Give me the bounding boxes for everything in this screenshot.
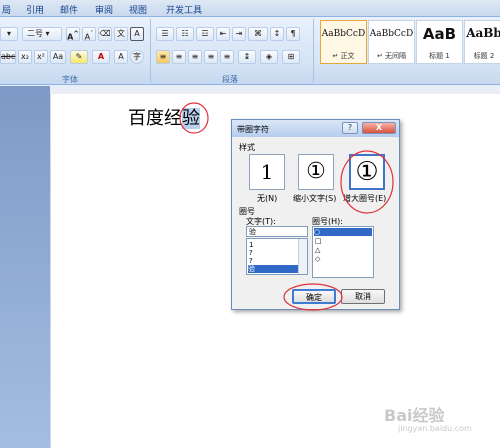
numbering-icon[interactable]: ☷	[176, 27, 194, 41]
shrink-font-icon[interactable]: Aˇ	[82, 27, 96, 42]
cancel-button[interactable]: 取消	[341, 289, 385, 304]
enclose-characters-dialog: 带圈字符 ? X 样式 1 ① ① 无(N) 缩小文字(S) 增大圈号(E) 圈…	[231, 119, 400, 311]
shading-icon[interactable]: ◈	[260, 50, 278, 64]
paragraph-group-label: 段落	[222, 75, 238, 84]
strikethrough-icon[interactable]: abc	[0, 50, 16, 64]
char-shading-icon[interactable]: A	[114, 50, 128, 64]
text-input-value: 验	[249, 228, 256, 236]
text-list[interactable]: 1 ? ? 验	[246, 238, 308, 275]
enclose-char-icon[interactable]: 字	[130, 50, 144, 64]
style-preview: AaBbCcD	[369, 29, 414, 39]
bullets-icon[interactable]: ☰	[156, 27, 174, 41]
page-top-edge	[50, 86, 500, 94]
style-no-spacing[interactable]: AaBbCcD ↵ 无间隔	[368, 20, 415, 64]
superscript-icon[interactable]: x²	[34, 50, 48, 64]
font-size-dropdown[interactable]: 二号 ▾	[22, 27, 62, 41]
tab-view[interactable]: 视图	[129, 3, 147, 16]
style-preview: AaBbCcD	[321, 29, 366, 39]
align-right-icon[interactable]: ≡	[188, 50, 202, 64]
list-item[interactable]: ?	[249, 249, 253, 257]
style-name: ↵ 正文	[332, 52, 355, 60]
align-left-icon[interactable]: ≡	[156, 50, 170, 64]
subscript-icon[interactable]: x₂	[18, 50, 32, 64]
annotation-circle	[340, 150, 394, 214]
dialog-title: 带圈字符	[237, 125, 269, 134]
show-marks-icon[interactable]: ¶	[286, 27, 300, 41]
change-case-icon[interactable]: Aa	[50, 50, 66, 64]
list-item[interactable]: ◇	[315, 255, 320, 263]
grow-font-icon[interactable]: A^	[66, 27, 80, 42]
style-heading-2[interactable]: AaBb 标题 2	[464, 20, 500, 64]
style-option-label: 缩小文字(S)	[293, 194, 337, 203]
tab-review[interactable]: 审阅	[95, 3, 113, 16]
annotation-circle	[179, 102, 209, 134]
watermark-logo: Bai经验	[384, 406, 445, 425]
style-normal[interactable]: AaBbCcD ↵ 正文	[320, 20, 367, 64]
style-name: 标题 1	[429, 52, 450, 60]
ring-list[interactable]: ○ □ △ ◇	[312, 226, 374, 278]
style-option-label: 无(N)	[257, 194, 278, 203]
highlight-icon[interactable]: ✎	[70, 50, 88, 64]
decrease-indent-icon[interactable]: ⇤	[216, 27, 230, 41]
style-section-label: 样式	[239, 143, 255, 152]
scrollbar[interactable]	[298, 239, 307, 274]
borders-icon[interactable]: ⊞	[282, 50, 300, 64]
char-border-icon[interactable]: A	[130, 27, 144, 41]
left-margin-panel	[0, 86, 50, 448]
clear-format-icon[interactable]: ⌫	[98, 27, 112, 41]
style-option-none[interactable]: 1	[249, 154, 285, 190]
font-group-label: 字体	[62, 75, 78, 84]
sort-icon[interactable]: ↕	[270, 27, 284, 41]
style-name: 标题 2	[473, 52, 495, 60]
style-option-glyph: 1	[260, 160, 274, 184]
tab-references[interactable]: 引用	[26, 3, 44, 16]
line-spacing-icon[interactable]: ↨	[238, 50, 256, 64]
group-divider	[150, 19, 151, 83]
align-center-icon[interactable]: ≡	[172, 50, 186, 64]
list-item-selected[interactable]: 验	[248, 265, 298, 273]
vertical-ruler	[50, 94, 51, 448]
tab-developer[interactable]: 开发工具	[166, 3, 202, 16]
help-button[interactable]: ?	[342, 122, 358, 134]
text-input[interactable]: 验	[246, 226, 308, 237]
multilevel-list-icon[interactable]: ☲	[196, 27, 214, 41]
distributed-icon[interactable]: ≡	[220, 50, 234, 64]
list-item[interactable]: 1	[249, 241, 253, 249]
list-item[interactable]: □	[315, 237, 322, 245]
style-preview: AaBb	[466, 26, 500, 40]
document-text-plain: 百度经	[128, 108, 182, 129]
watermark-url: jingyan.baidu.com	[398, 424, 472, 433]
tab-mailings[interactable]: 邮件	[60, 3, 78, 16]
style-preview: AaB	[422, 25, 457, 43]
list-item[interactable]: △	[315, 246, 320, 254]
font-color-icon[interactable]: A	[92, 50, 110, 64]
ribbon-tab-bar: 局 引用 邮件 审阅 视图 开发工具	[0, 0, 500, 17]
style-option-glyph: ①	[306, 159, 326, 184]
ribbon: ▾ 二号 ▾ A^ Aˇ ⌫ 文 A abc x₂ x² Aa ✎ A A 字 …	[0, 17, 500, 85]
list-item-selected[interactable]: ○	[314, 228, 372, 236]
tab-layout[interactable]: 局	[2, 3, 11, 16]
phonetic-guide-icon[interactable]: 文	[114, 27, 128, 41]
dialog-titlebar[interactable]: 带圈字符 ? X	[232, 120, 399, 137]
font-name-dropdown[interactable]: ▾	[0, 27, 18, 41]
close-button[interactable]: X	[362, 122, 396, 134]
font-size-value: 二号	[27, 29, 43, 38]
annotation-circle	[283, 283, 343, 311]
style-name: ↵ 无间隔	[376, 52, 407, 60]
increase-indent-icon[interactable]: ⇥	[232, 27, 246, 41]
list-item[interactable]: ?	[249, 257, 253, 265]
group-divider	[313, 19, 314, 83]
style-heading-1[interactable]: AaB 标题 1	[416, 20, 463, 64]
style-option-shrink-text[interactable]: ①	[298, 154, 334, 190]
justify-icon[interactable]: ≡	[204, 50, 218, 64]
chinese-layout-icon[interactable]: ⌘	[248, 27, 268, 41]
